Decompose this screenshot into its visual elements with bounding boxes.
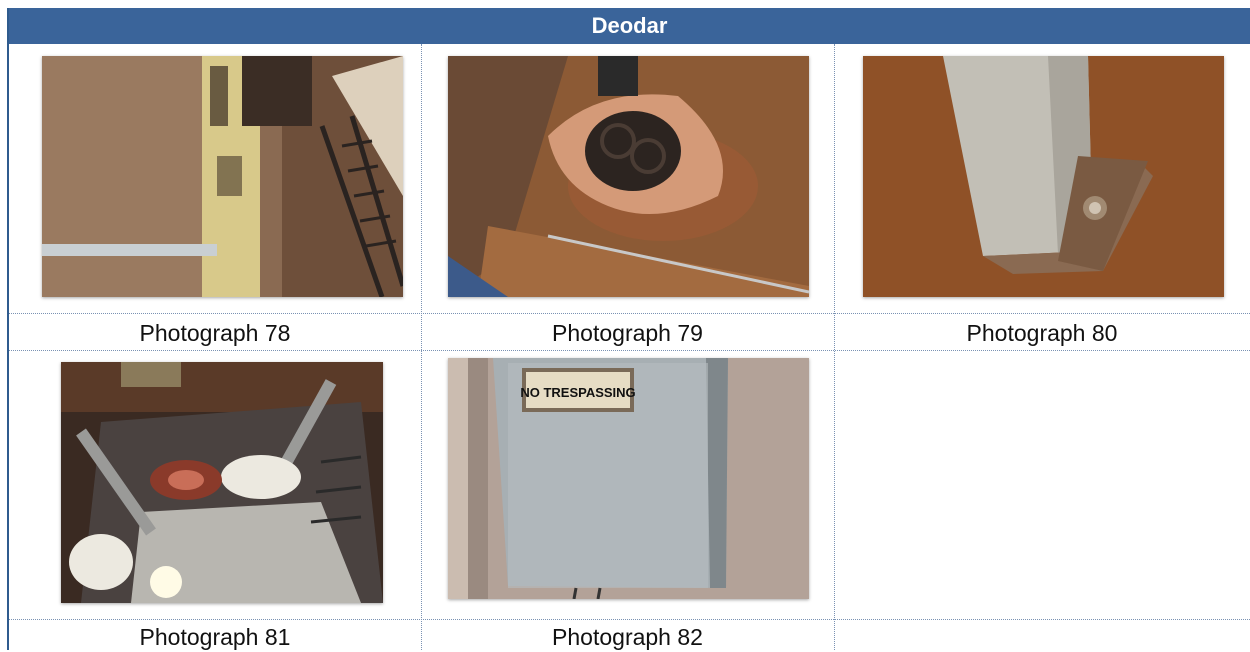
- photo-82: NO TRESPASSING: [448, 358, 809, 599]
- grid-divider: [9, 313, 1250, 314]
- photo-81-caption: Photograph 81: [139, 624, 291, 650]
- grid-divider: [9, 350, 1250, 351]
- grid-divider: [9, 619, 1250, 620]
- photo-78-caption: Photograph 78: [139, 320, 291, 346]
- photo-79-caption: Photograph 79: [552, 320, 703, 346]
- photo-79: [448, 56, 809, 297]
- photo-78: [42, 56, 403, 297]
- photo-80: [863, 56, 1224, 297]
- section-title: Deodar: [591, 13, 668, 38]
- sign-text: NO TRESPASSING: [520, 385, 635, 400]
- photo-80-caption: Photograph 80: [966, 320, 1118, 346]
- section-header: Deodar: [9, 8, 1250, 44]
- photo-81: [61, 362, 383, 603]
- photo-82-caption: Photograph 82: [552, 624, 703, 650]
